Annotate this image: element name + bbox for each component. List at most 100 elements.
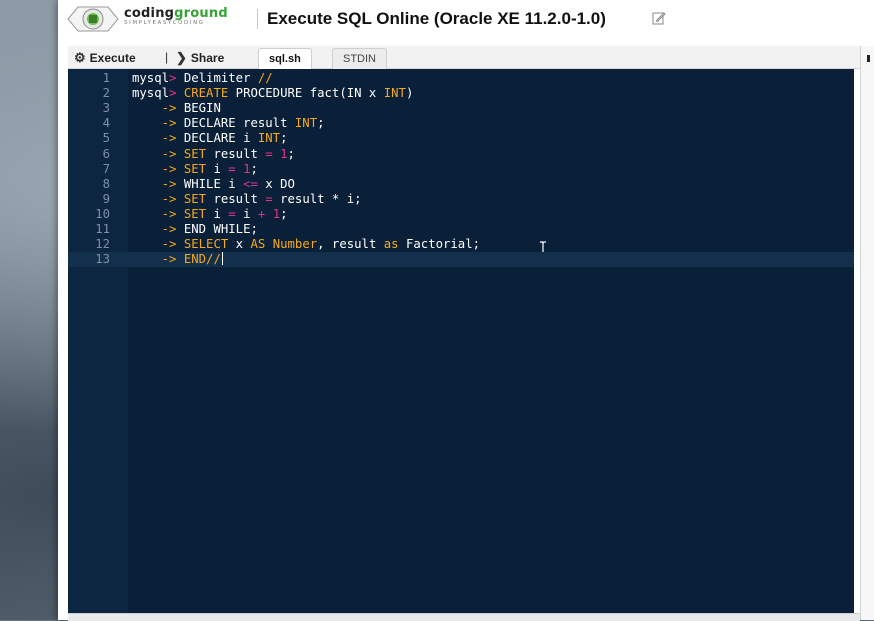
code-line[interactable]: 13 -> END// [68, 252, 854, 268]
code-token: i [206, 161, 229, 176]
code-line[interactable]: 3 -> BEGIN [68, 101, 854, 116]
code-token: ; [280, 206, 288, 221]
code-token: Factorial; [398, 237, 481, 252]
code-token: -> [161, 206, 177, 221]
code-token: -> [161, 237, 177, 252]
code-token: DECLARE result [176, 116, 295, 131]
code-token: = [228, 161, 236, 176]
code-text: -> BEGIN [132, 101, 221, 116]
code-token: <= [243, 176, 258, 191]
code-line[interactable]: 5 -> DECLARE i INT; [68, 131, 854, 146]
share-label: Share [190, 51, 225, 65]
editor-toolbar: ⚙ Execute | ❯ Share sql.sh STDIN [68, 46, 874, 69]
code-line[interactable]: 4 -> DECLARE result INT; [68, 116, 854, 131]
code-token: -> [161, 252, 177, 267]
tab-sql-sh[interactable]: sql.sh [258, 48, 312, 69]
line-number: 11 [95, 222, 110, 236]
code-token: x DO [257, 176, 295, 191]
caret [221, 252, 223, 266]
code-token: ) [405, 86, 414, 101]
code-text: -> WHILE i <= x DO [132, 177, 295, 192]
line-number: 4 [102, 116, 110, 131]
code-token: -> [161, 101, 177, 116]
code-token: END WHILE; [176, 222, 258, 236]
chevron-right-icon: ❯ [176, 50, 187, 65]
execute-button[interactable]: ⚙ Execute [74, 50, 136, 66]
code-editor[interactable]: 1 mysql> Delimiter // 2 mysql> CREATE PROCE… [68, 69, 854, 613]
code-token: SET [183, 146, 207, 161]
code-line[interactable]: 8 -> WHILE i <= x DO [68, 177, 854, 192]
code-text: -> SET result = 1; [132, 147, 295, 162]
gears-icon: ⚙ [74, 50, 86, 65]
code-token: ; [280, 131, 288, 146]
code-token: i [235, 206, 258, 221]
code-line[interactable]: 12 -> SELECT x AS Number, result as Fact… [68, 237, 854, 252]
code-token: = [265, 146, 273, 161]
line-number: 1 [102, 71, 110, 85]
line-number: 6 [102, 146, 110, 161]
browser-window: codingground SIMPLYEASYCODING Execute SQ… [58, 0, 874, 621]
code-token: -> [161, 146, 177, 161]
code-token: Delimiter [176, 71, 258, 85]
code-token: as [383, 237, 399, 252]
code-text: mysql> CREATE PROCEDURE fact(IN x INT) [132, 86, 413, 101]
code-text: -> SET i = 1; [132, 162, 258, 177]
edit-icon[interactable] [652, 11, 666, 25]
right-panel-edge[interactable] [860, 46, 874, 620]
line-number: 13 [95, 252, 110, 267]
code-text: -> SELECT x AS Number, result as Factori… [132, 237, 480, 252]
code-token: // [257, 71, 273, 85]
code-token: ; [250, 161, 258, 176]
line-number: 7 [102, 161, 110, 176]
code-token: 1 [272, 206, 281, 221]
code-token: AS [250, 237, 266, 252]
code-token: INT [257, 131, 281, 146]
code-token: SET [183, 191, 207, 206]
code-line[interactable]: 7 -> SET i = 1; [68, 162, 854, 177]
page-header: codingground SIMPLYEASYCODING Execute SQ… [58, 0, 874, 38]
execute-label: Execute [89, 51, 136, 65]
code-line[interactable]: 10 -> SET i = i + 1; [68, 207, 854, 222]
code-line[interactable]: 9 -> SET result = result * i; [68, 192, 854, 207]
line-number: 5 [102, 131, 110, 146]
code-line[interactable]: 11 -> END WHILE; [68, 222, 854, 237]
code-line[interactable]: 2 mysql> CREATE PROCEDURE fact(IN x INT) [68, 86, 854, 101]
code-token: END// [183, 252, 221, 267]
title-divider [257, 9, 258, 29]
code-token: -> [161, 116, 177, 131]
code-text: -> DECLARE i INT; [132, 131, 288, 146]
line-number: 10 [95, 206, 110, 221]
codingground-logo-icon[interactable] [66, 3, 120, 35]
code-token: -> [161, 131, 177, 146]
code-token: SELECT [183, 237, 229, 252]
code-token: 1 [243, 161, 251, 176]
code-token: BEGIN [176, 101, 221, 116]
code-token: result * i; [272, 191, 362, 206]
code-token: SET [183, 161, 207, 176]
code-token: ; [317, 116, 325, 131]
code-text: -> SET i = i + 1; [132, 207, 288, 222]
code-token: mysql [132, 86, 170, 101]
code-line[interactable]: 6 -> SET result = 1; [68, 147, 854, 162]
code-line[interactable]: 1 mysql> Delimiter // [68, 71, 854, 86]
line-number: 9 [102, 191, 110, 206]
tab-stdin[interactable]: STDIN [332, 48, 387, 69]
share-button[interactable]: ❯ Share [176, 50, 224, 66]
line-number: 8 [102, 176, 110, 191]
toolbar-separator: | [165, 50, 169, 64]
brand-logo[interactable]: codingground SIMPLYEASYCODING [124, 6, 228, 26]
code-token: ; [287, 146, 295, 161]
code-token: Number [272, 237, 318, 252]
code-token: CREATE [183, 86, 229, 101]
